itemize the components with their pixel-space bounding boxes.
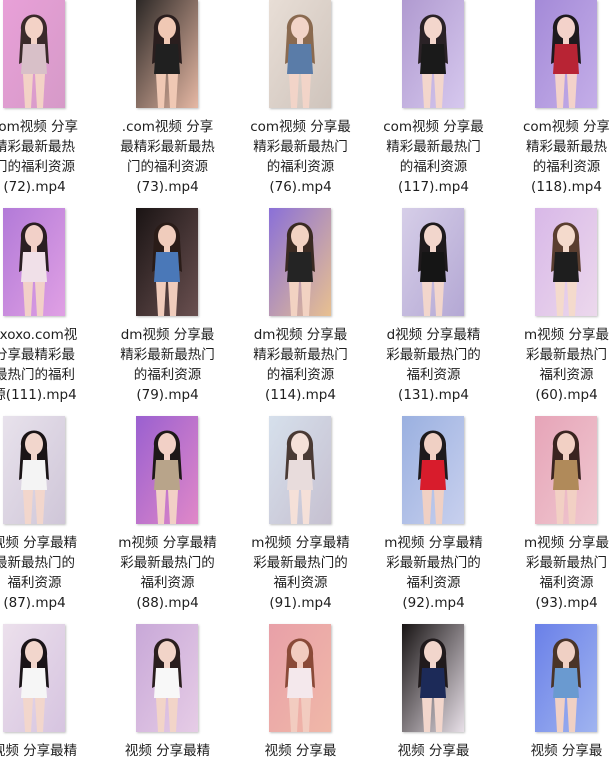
video-thumbnail[interactable] [269,624,331,732]
file-name-line: com视频 分享 [522,119,609,135]
file-name: m视频 分享最 彩最新最热门 福利资源 (93).mp4 [480,533,609,613]
video-thumbnail[interactable] [535,0,597,108]
video-thumbnail[interactable] [136,624,198,732]
video-thumbnail[interactable] [402,208,464,316]
file-name-line: 福利资源 [539,575,594,591]
video-thumbnail[interactable] [269,208,331,316]
file-name: com视频 分享 精彩最新最热 的福利资源 (118).mp4 [480,117,609,197]
file-name-line: (60).mp4 [535,387,598,403]
file-name: m视频 分享最 彩最新最热门 福利资源 (60).mp4 [480,325,609,405]
file-name-line: (93).mp4 [535,595,598,611]
file-name: 视频 分享最 [480,741,609,761]
video-thumbnail[interactable] [3,0,65,108]
video-thumbnail[interactable] [3,416,65,524]
video-thumbnail[interactable] [136,208,198,316]
file-name-line: 视频 分享最 [530,743,603,759]
video-thumbnail[interactable] [269,416,331,524]
file-name-line: 彩最新最热门 [526,347,607,363]
file-name-line: m视频 分享最 [524,535,609,551]
file-name-line: 的福利资源 [532,159,601,175]
file-name-line: (118).mp4 [531,179,602,195]
video-thumbnail[interactable] [136,0,198,108]
video-thumbnail[interactable] [535,416,597,524]
video-thumbnail[interactable] [402,416,464,524]
video-thumbnail[interactable] [402,624,464,732]
video-thumbnail[interactable] [535,208,597,316]
video-thumbnail[interactable] [3,624,65,732]
video-thumbnail[interactable] [136,416,198,524]
file-name-line: 彩最新最热门 [526,555,607,571]
file-name-line: m视频 分享最 [524,327,609,343]
video-thumbnail[interactable] [3,208,65,316]
file-name-line: 精彩最新最热 [526,139,607,155]
video-thumbnail[interactable] [535,624,597,732]
video-thumbnail[interactable] [402,0,464,108]
file-name-line: 福利资源 [539,367,594,383]
video-thumbnail[interactable] [269,0,331,108]
